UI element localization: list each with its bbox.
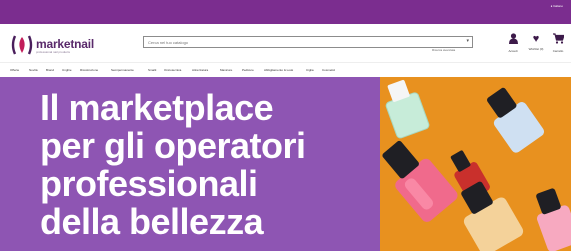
account-label: Accedi (508, 49, 518, 53)
nav-item-abbigliamento[interactable]: Abbigliamento & Look (264, 68, 293, 72)
cart-button[interactable]: Carrello (548, 33, 568, 57)
nav-item-semipermanente[interactable]: Semipermanente (111, 68, 134, 72)
hero-banner[interactable]: Il marketplace per gli operatori profess… (0, 77, 571, 251)
hero-headline-line-4: della bellezza (40, 201, 264, 242)
advanced-search-link[interactable]: Ricerca avanzata (432, 48, 455, 52)
nav-item-smalti[interactable]: Smalti (148, 68, 156, 72)
heart-icon: ♥ (532, 33, 540, 45)
nav-item-unghie[interactable]: Unghie (62, 68, 72, 72)
nav-item-pedicure[interactable]: Pedicure (242, 68, 254, 72)
nav-item-attrezzatura[interactable]: Attrezzatura (192, 68, 208, 72)
logo-mark-icon (11, 35, 33, 55)
brand-name: marketnail (36, 37, 95, 51)
nav-item-brand[interactable]: Brand (46, 68, 54, 72)
nav-item-ricostruzione[interactable]: Ricostruzione (80, 68, 98, 72)
language-selector[interactable]: ● Italiano (551, 4, 563, 8)
cart-label: Carrello (552, 49, 564, 53)
wishlist-button[interactable]: ♥ Wishlist (0) (526, 33, 546, 57)
hero-headline: Il marketplace per gli operatori profess… (40, 89, 306, 241)
nav-item-manicure[interactable]: Manicure (220, 68, 232, 72)
nav-item-onicotecnica[interactable]: Onicotecnica (164, 68, 181, 72)
top-bar: ● Italiano (0, 0, 571, 24)
account-button[interactable]: Accedi (503, 33, 523, 57)
chevron-down-icon[interactable]: ▾ (466, 38, 469, 44)
nail-polish-bottles-image (382, 79, 571, 251)
hero-headline-line-2: per gli operatori (40, 125, 306, 166)
logo[interactable]: marketnail professional nail products (10, 32, 100, 58)
brand-tagline: professional nail products (36, 50, 71, 54)
category-nav: Offerte Novità Brand Unghie Ricostruzion… (0, 62, 571, 77)
nav-item-ciglia[interactable]: Ciglia (306, 68, 314, 72)
wishlist-label: Wishlist (0) (528, 47, 544, 51)
search-bar: ▾ (143, 36, 473, 48)
search-input[interactable] (148, 37, 448, 47)
hero-headline-line-3: professionali (40, 163, 258, 204)
nav-item-cosmetici[interactable]: Cosmetici (322, 68, 335, 72)
hero-headline-line-1: Il marketplace (40, 87, 274, 128)
cart-icon (548, 33, 568, 47)
user-icon (503, 33, 523, 47)
nav-item-offerte[interactable]: Offerte (10, 68, 19, 72)
nav-item-novita[interactable]: Novità (29, 68, 38, 72)
